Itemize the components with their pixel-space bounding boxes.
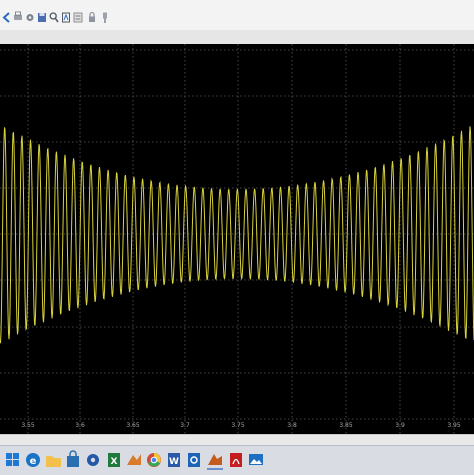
window-bottom-bar [0,435,474,445]
taskbar-item-chrome[interactable] [144,448,164,470]
folder-icon [46,456,61,467]
photos-icon [249,454,263,465]
matlab-icon-2 [208,454,222,465]
taskbar-item-settings[interactable] [83,448,103,470]
x-tick-label: 3.85 [339,422,353,429]
lock-button[interactable] [87,11,97,24]
active-indicator [207,468,223,470]
x-tick-label: 3.8 [287,422,297,429]
chrome-icon [147,453,161,467]
back-arrow-icon [2,12,10,23]
toolbar-separator [0,30,474,45]
params-icon [73,12,83,23]
zoom-button[interactable] [49,11,59,24]
svg-text:X: X [111,457,118,467]
scope-plot [0,44,474,434]
settings-icon [26,14,34,21]
acrobat-icon [230,453,242,467]
lock-icon [89,11,95,22]
print-button[interactable] [13,11,23,24]
save-icon [38,13,46,22]
excel-icon: X [108,453,120,467]
taskbar-item-edge[interactable]: e [23,448,43,470]
x-tick-label: 3.6 [75,422,85,429]
word-icon: W [168,453,180,467]
svg-text:W: W [169,457,179,467]
taskbar-item-start[interactable] [3,448,23,470]
zoom-icon [49,12,59,23]
print-icon [14,11,22,20]
start-icon [6,453,19,466]
autoscale-icon [62,12,70,23]
taskbar-item-store[interactable] [63,448,83,470]
settings-button[interactable] [25,11,35,24]
x-tick-label: 3.9 [395,422,405,429]
taskbar-item-outlook[interactable] [184,448,204,470]
taskbar-item-matlab[interactable] [124,448,144,470]
svg-text:e: e [30,456,37,467]
taskbar-item-photos[interactable] [246,448,266,470]
x-tick-label: 3.65 [126,422,140,429]
pin-icon [103,12,107,23]
taskbar-item-acrobat[interactable] [226,448,246,470]
edge-icon: e [26,453,40,467]
back-arrow-button[interactable] [2,11,12,24]
taskbar-item-matlab-2[interactable] [205,448,225,470]
x-tick-label: 3.7 [180,422,190,429]
x-tick-label: 3.75 [231,422,245,429]
save-button[interactable] [37,11,47,24]
store-icon [67,450,79,467]
scope-display [0,44,474,435]
autoscale-button[interactable] [61,11,71,24]
taskbar-item-excel[interactable]: X [104,448,124,470]
outlook-icon [188,453,200,467]
params-button[interactable] [73,11,83,24]
taskbar-item-folder[interactable] [43,448,63,470]
x-tick-label: 3.55 [21,422,35,429]
matlab-icon [127,454,141,465]
pin-button[interactable] [100,11,110,24]
scope-toolbar [0,0,474,31]
x-tick-label: 3.95 [447,422,461,429]
taskbar-item-word[interactable]: W [164,448,184,470]
signal-trace [0,126,474,344]
settings-icon [87,454,99,466]
